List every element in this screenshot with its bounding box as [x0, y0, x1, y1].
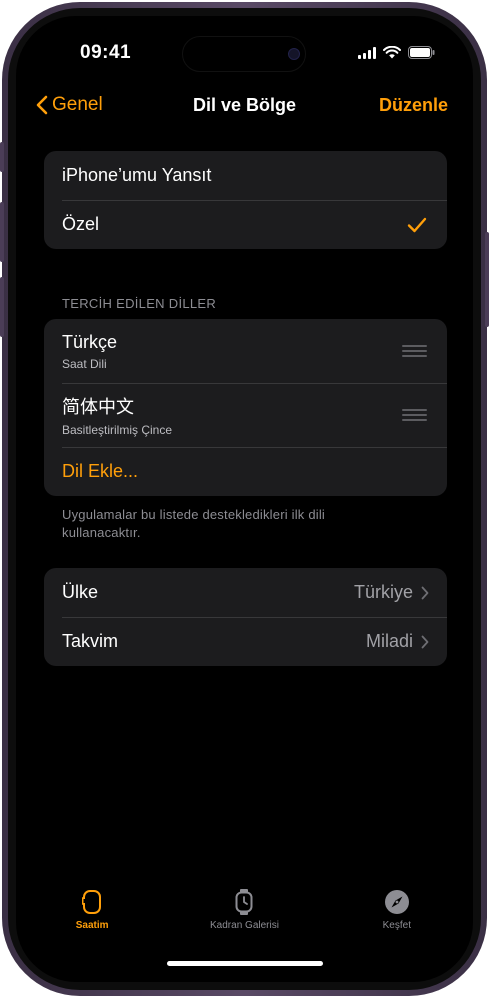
- reorder-handle-icon[interactable]: [402, 345, 427, 357]
- language-subtitle: Saat Dili: [62, 356, 107, 371]
- mirror-iphone-label: iPhone’umu Yansıt: [62, 165, 212, 185]
- chevron-right-icon: [421, 586, 429, 599]
- tab-label: Kadran Galerisi: [210, 920, 279, 931]
- back-label: Genel: [52, 94, 103, 115]
- action-button: [0, 142, 4, 172]
- tab-discover[interactable]: Keşfet: [332, 888, 462, 931]
- reorder-handle-icon[interactable]: [402, 409, 427, 421]
- compass-icon: [384, 890, 409, 914]
- tab-label: Keşfet: [382, 920, 411, 931]
- side-button: [485, 232, 489, 327]
- status-time: 09:41: [80, 42, 132, 63]
- volume-up-button: [0, 202, 4, 262]
- language-name: 简体中文: [62, 397, 134, 417]
- add-language-label: Dil Ekle...: [62, 461, 139, 481]
- camera-icon: [288, 48, 300, 60]
- screen: 09:41 Genel Dil ve Bölge Düzenle iPhone’…: [16, 16, 473, 982]
- chevron-right-icon: [421, 635, 429, 648]
- cellular-signal-icon: [358, 46, 376, 59]
- mirror-mode-group: iPhone’umu Yansıt Özel: [44, 151, 447, 249]
- tab-face-gallery[interactable]: Kadran Galerisi: [179, 888, 309, 931]
- calendar-value: Miladi: [365, 631, 413, 651]
- mirror-iphone-row[interactable]: iPhone’umu Yansıt: [44, 151, 447, 200]
- checkmark-icon: [407, 217, 427, 232]
- status-icons: [358, 46, 435, 59]
- home-indicator[interactable]: [167, 961, 323, 966]
- language-row-chinese[interactable]: 简体中文 Basitleştirilmiş Çince: [44, 383, 447, 447]
- language-row-turkish[interactable]: Türkçe Saat Dili: [44, 319, 447, 383]
- watch-icon: [82, 890, 102, 914]
- language-subtitle: Basitleştirilmiş Çince: [62, 423, 173, 437]
- calendar-label: Takvim: [62, 631, 119, 651]
- country-row[interactable]: Ülke Türkiye: [44, 568, 447, 617]
- chevron-left-icon: [36, 95, 48, 115]
- preferred-languages-header: TERCİH EDİLEN DİLLER: [62, 296, 217, 311]
- language-name: Türkçe: [62, 331, 118, 352]
- add-language-button[interactable]: Dil Ekle...: [44, 447, 447, 496]
- calendar-row[interactable]: Takvim Miladi: [44, 617, 447, 666]
- country-label: Ülke: [62, 582, 99, 602]
- country-value: Türkiye: [353, 582, 413, 602]
- back-button[interactable]: Genel: [36, 94, 103, 116]
- calendar-value-wrap: Miladi: [366, 631, 429, 652]
- tab-my-watch[interactable]: Saatim: [27, 888, 157, 931]
- region-group: Ülke Türkiye Takvim Miladi: [44, 568, 447, 666]
- tab-bar: Saatim Kadran Galerisi Keşfet: [16, 888, 473, 931]
- tab-label: Saatim: [75, 920, 109, 931]
- custom-label: Özel: [62, 214, 100, 234]
- custom-row[interactable]: Özel: [44, 200, 447, 249]
- preferred-languages-group: Türkçe Saat Dili 简体中文 Basitleştirilmiş Ç…: [44, 319, 447, 496]
- country-value-wrap: Türkiye: [354, 582, 429, 603]
- watch-face-icon: [235, 889, 253, 915]
- battery-icon: [408, 46, 435, 59]
- edit-button[interactable]: Düzenle: [379, 95, 448, 116]
- volume-down-button: [0, 277, 4, 337]
- wifi-icon: [383, 46, 401, 59]
- languages-footer-note: Uygulamalar bu listede destekledikleri i…: [62, 507, 326, 540]
